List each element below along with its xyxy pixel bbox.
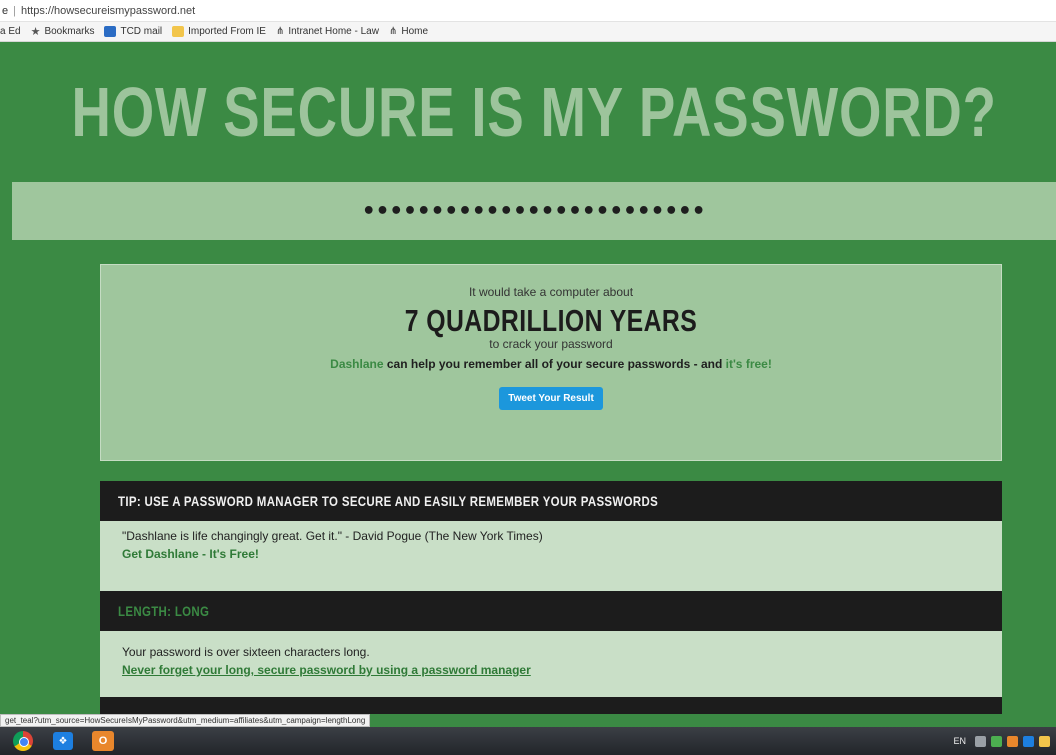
promo-text: can help you remember all of your secure… [383,357,726,371]
network-icon[interactable] [975,735,986,747]
bookmark-label: Imported From IE [188,26,266,37]
bookmark-label: TCD mail [120,26,163,37]
page-content: HOW SECURE IS MY PASSWORD? •••••••••••••… [12,42,1056,714]
bookmark-label: Intranet Home - Law [288,26,379,37]
bookmark-label: Home [401,26,429,37]
result-post-text: to crack your password [489,337,613,351]
intranet-icon: ⋔ [388,26,398,37]
chrome-icon [13,731,33,751]
taskbar: ❖ O EN [0,727,1056,755]
length-heading-bar: LENGTH: LONG [100,591,1002,631]
tip-body: "Dashlane is life changingly great. Get … [100,521,1002,591]
tip-heading: TIP: USE A PASSWORD MANAGER TO SECURE AN… [118,493,659,509]
system-tray: EN [953,735,1056,747]
dashlane-promo: Dashlane can help you remember all of yo… [101,357,1001,371]
url-text[interactable]: https://howsecureismypassword.net [21,5,195,17]
get-dashlane-link[interactable]: Get Dashlane - It's Free! [122,547,980,561]
length-body: Your password is over sixteen characters… [100,631,1002,697]
address-bar[interactable]: e | https://howsecureismypassword.net [0,0,1056,22]
outlook-icon: O [92,731,114,751]
bookmarks-bar: a Ed ★ Bookmarks TCD mail Imported From … [0,22,1056,42]
password-input-band[interactable]: ••••••••••••••••••••••••• [12,182,1056,240]
password-manager-link[interactable]: Never forget your long, secure password … [122,663,980,677]
notification-icon[interactable] [1039,735,1050,747]
dashlane-link[interactable]: Dashlane [330,357,383,371]
bookmark-home[interactable]: ⋔ Home [389,26,428,37]
outlook-tray-icon[interactable] [1023,735,1034,747]
bookmark-intranet-home[interactable]: ⋔ Intranet Home - Law [276,26,379,37]
tip-panel: TIP: USE A PASSWORD MANAGER TO SECURE AN… [100,481,1002,591]
bookmark-imported-from-ie[interactable]: Imported From IE [172,26,266,37]
language-indicator[interactable]: EN [953,736,966,746]
free-link[interactable]: it's free! [726,357,772,371]
result-pre-text: It would take a computer about [468,285,634,299]
tip-quote: "Dashlane is life changingly great. Get … [122,529,543,543]
star-icon: ★ [30,26,41,38]
page-title: HOW SECURE IS MY PASSWORD? [71,73,997,151]
bookmark-bookmarks[interactable]: ★ Bookmarks [31,25,95,38]
tweet-result-button[interactable]: Tweet Your Result [499,387,603,410]
bookmark-label: Bookmarks [44,26,95,37]
intranet-icon: ⋔ [275,26,285,37]
url-separator: | [13,4,16,17]
app-tray-icon[interactable] [1007,735,1018,747]
folder-icon [172,26,185,37]
length-heading: LENGTH: LONG [118,603,210,619]
bookmark-ed[interactable]: a Ed [0,26,21,37]
header-banner: HOW SECURE IS MY PASSWORD? [12,42,1056,182]
bookmark-tcd-mail[interactable]: TCD mail [104,26,162,37]
sync-icon[interactable] [991,735,1002,747]
next-heading-bar [100,697,1002,714]
outlook-icon [104,26,117,37]
password-input[interactable]: ••••••••••••••••••••••••• [362,199,706,224]
status-bar-link-preview: get_teal?utm_source=HowSecureIsMyPasswor… [0,714,371,727]
crack-time: 7 QUADRILLION YEARS [404,303,698,338]
taskbar-chrome[interactable] [6,729,40,753]
dropbox-icon: ❖ [53,732,73,750]
taskbar-dropbox[interactable]: ❖ [46,729,80,753]
tip-heading-bar: TIP: USE A PASSWORD MANAGER TO SECURE AN… [100,481,1002,521]
taskbar-outlook[interactable]: O [86,729,120,753]
tab-fragment: e [2,4,9,17]
length-text: Your password is over sixteen characters… [122,645,370,659]
bookmark-label: a Ed [0,26,21,37]
result-box: It would take a computer about 7 QUADRIL… [100,264,1002,461]
length-panel: LENGTH: LONG Your password is over sixte… [100,591,1002,714]
